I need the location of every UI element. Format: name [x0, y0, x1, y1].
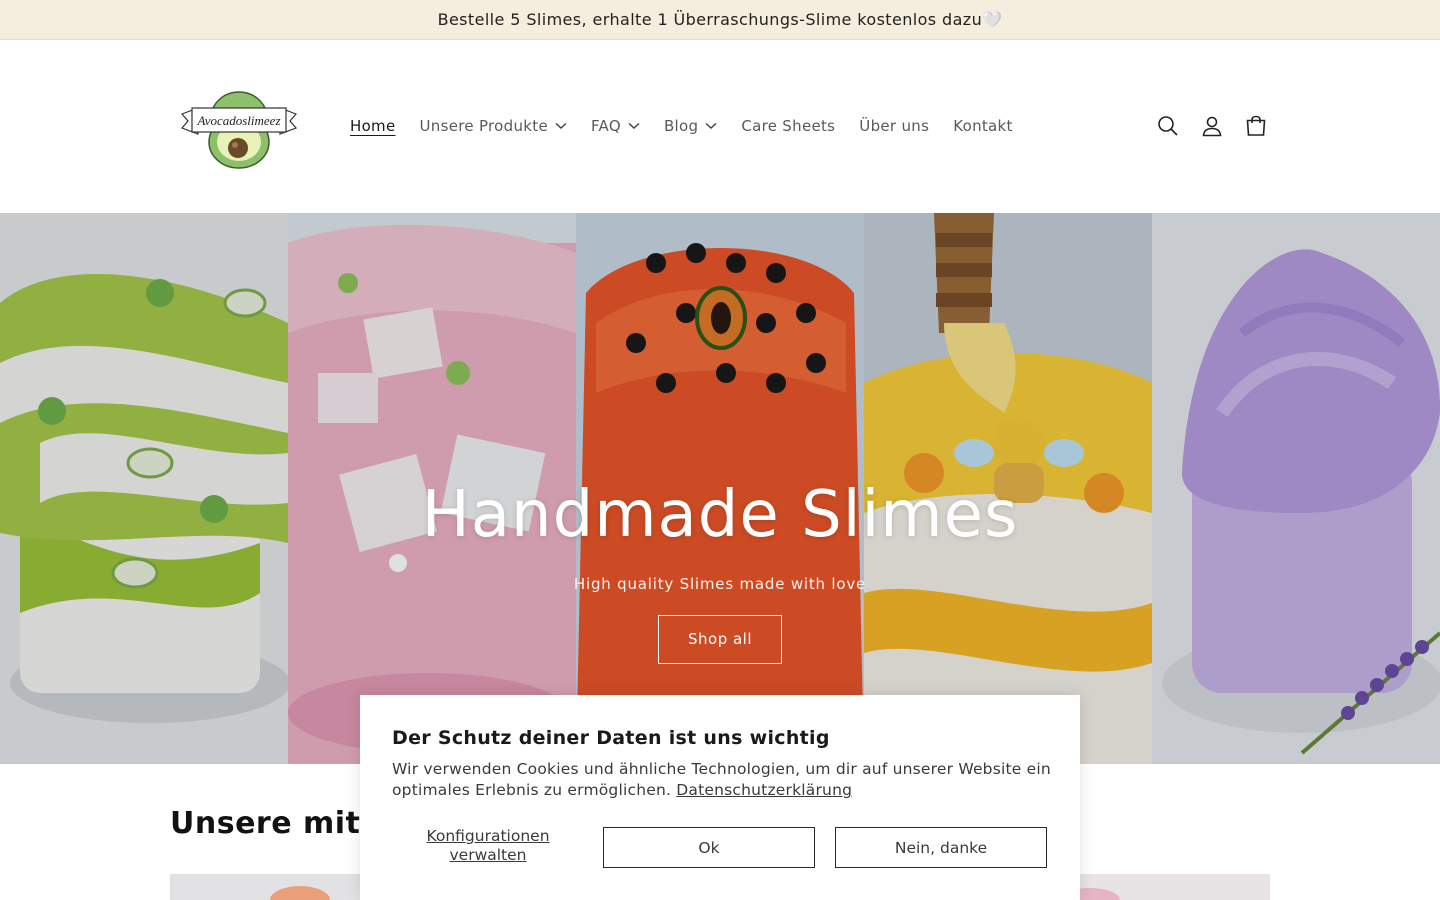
logo[interactable]: Avocadoslimeez	[178, 88, 300, 170]
nav-item-label: Blog	[663, 117, 699, 135]
nav-item-contact[interactable]: Kontakt	[941, 117, 1025, 135]
hero-content: Handmade Slimes High quality Slimes made…	[0, 483, 1440, 664]
nav-item-care-sheets[interactable]: Care Sheets	[729, 117, 847, 135]
header-icons	[1154, 109, 1270, 143]
nav-item-about[interactable]: Über uns	[847, 117, 941, 135]
nav-item-label: Kontakt	[953, 117, 1013, 135]
cart-icon	[1246, 115, 1266, 136]
announcement-bar: Bestelle 5 Slimes, erhalte 1 Überraschun…	[0, 0, 1440, 40]
hero-banner: Handmade Slimes High quality Slimes made…	[0, 213, 1440, 764]
nav-item-label: Über uns	[859, 117, 930, 135]
svg-text:Avocadoslimeez: Avocadoslimeez	[196, 113, 280, 128]
manage-settings-link[interactable]: Konfigurationen verwalten	[392, 827, 584, 865]
privacy-policy-link[interactable]: Datenschutzerklärung	[676, 781, 852, 799]
cart-button[interactable]	[1242, 109, 1270, 143]
chevron-down-icon	[628, 122, 640, 130]
cookie-title: Der Schutz deiner Daten ist uns wichtig	[392, 727, 830, 749]
nav-item-label: Unsere Produkte	[419, 117, 548, 135]
nav-item-home[interactable]: Home	[338, 117, 408, 135]
cookie-actions: Konfigurationen verwalten Ok Nein, danke	[392, 827, 1048, 868]
nav-item-blog[interactable]: Blog	[652, 117, 729, 135]
nav-item-faq[interactable]: FAQ	[579, 117, 652, 135]
decline-button[interactable]: Nein, danke	[835, 827, 1047, 868]
chevron-down-icon	[555, 122, 567, 130]
cookie-text: Wir verwenden Cookies und ähnliche Techn…	[392, 759, 1052, 801]
nav-item-label: Home	[350, 117, 396, 135]
site-header: Avocadoslimeez Home Unsere Produkte FAQ …	[0, 40, 1440, 213]
announcement-text: Bestelle 5 Slimes, erhalte 1 Überraschun…	[437, 10, 1003, 29]
search-button[interactable]	[1154, 109, 1182, 143]
account-button[interactable]	[1198, 109, 1226, 143]
nav-item-products[interactable]: Unsere Produkte	[408, 117, 579, 135]
nav-item-label: Care Sheets	[741, 117, 836, 135]
logo-avocado-icon: Avocadoslimeez	[180, 91, 298, 169]
account-icon	[1202, 116, 1222, 137]
nav-item-label: FAQ	[590, 117, 621, 135]
cookie-consent-dialog: Der Schutz deiner Daten ist uns wichtig …	[360, 695, 1080, 900]
hero-title: Handmade Slimes	[421, 478, 1019, 552]
chevron-down-icon	[705, 122, 717, 130]
hero-subtitle: High quality Slimes made with love	[573, 575, 867, 593]
shop-all-button[interactable]: Shop all	[658, 615, 782, 664]
search-icon	[1158, 116, 1178, 136]
accept-button[interactable]: Ok	[603, 827, 815, 868]
main-nav: Home Unsere Produkte FAQ Blog Care Sheet…	[338, 114, 1025, 138]
